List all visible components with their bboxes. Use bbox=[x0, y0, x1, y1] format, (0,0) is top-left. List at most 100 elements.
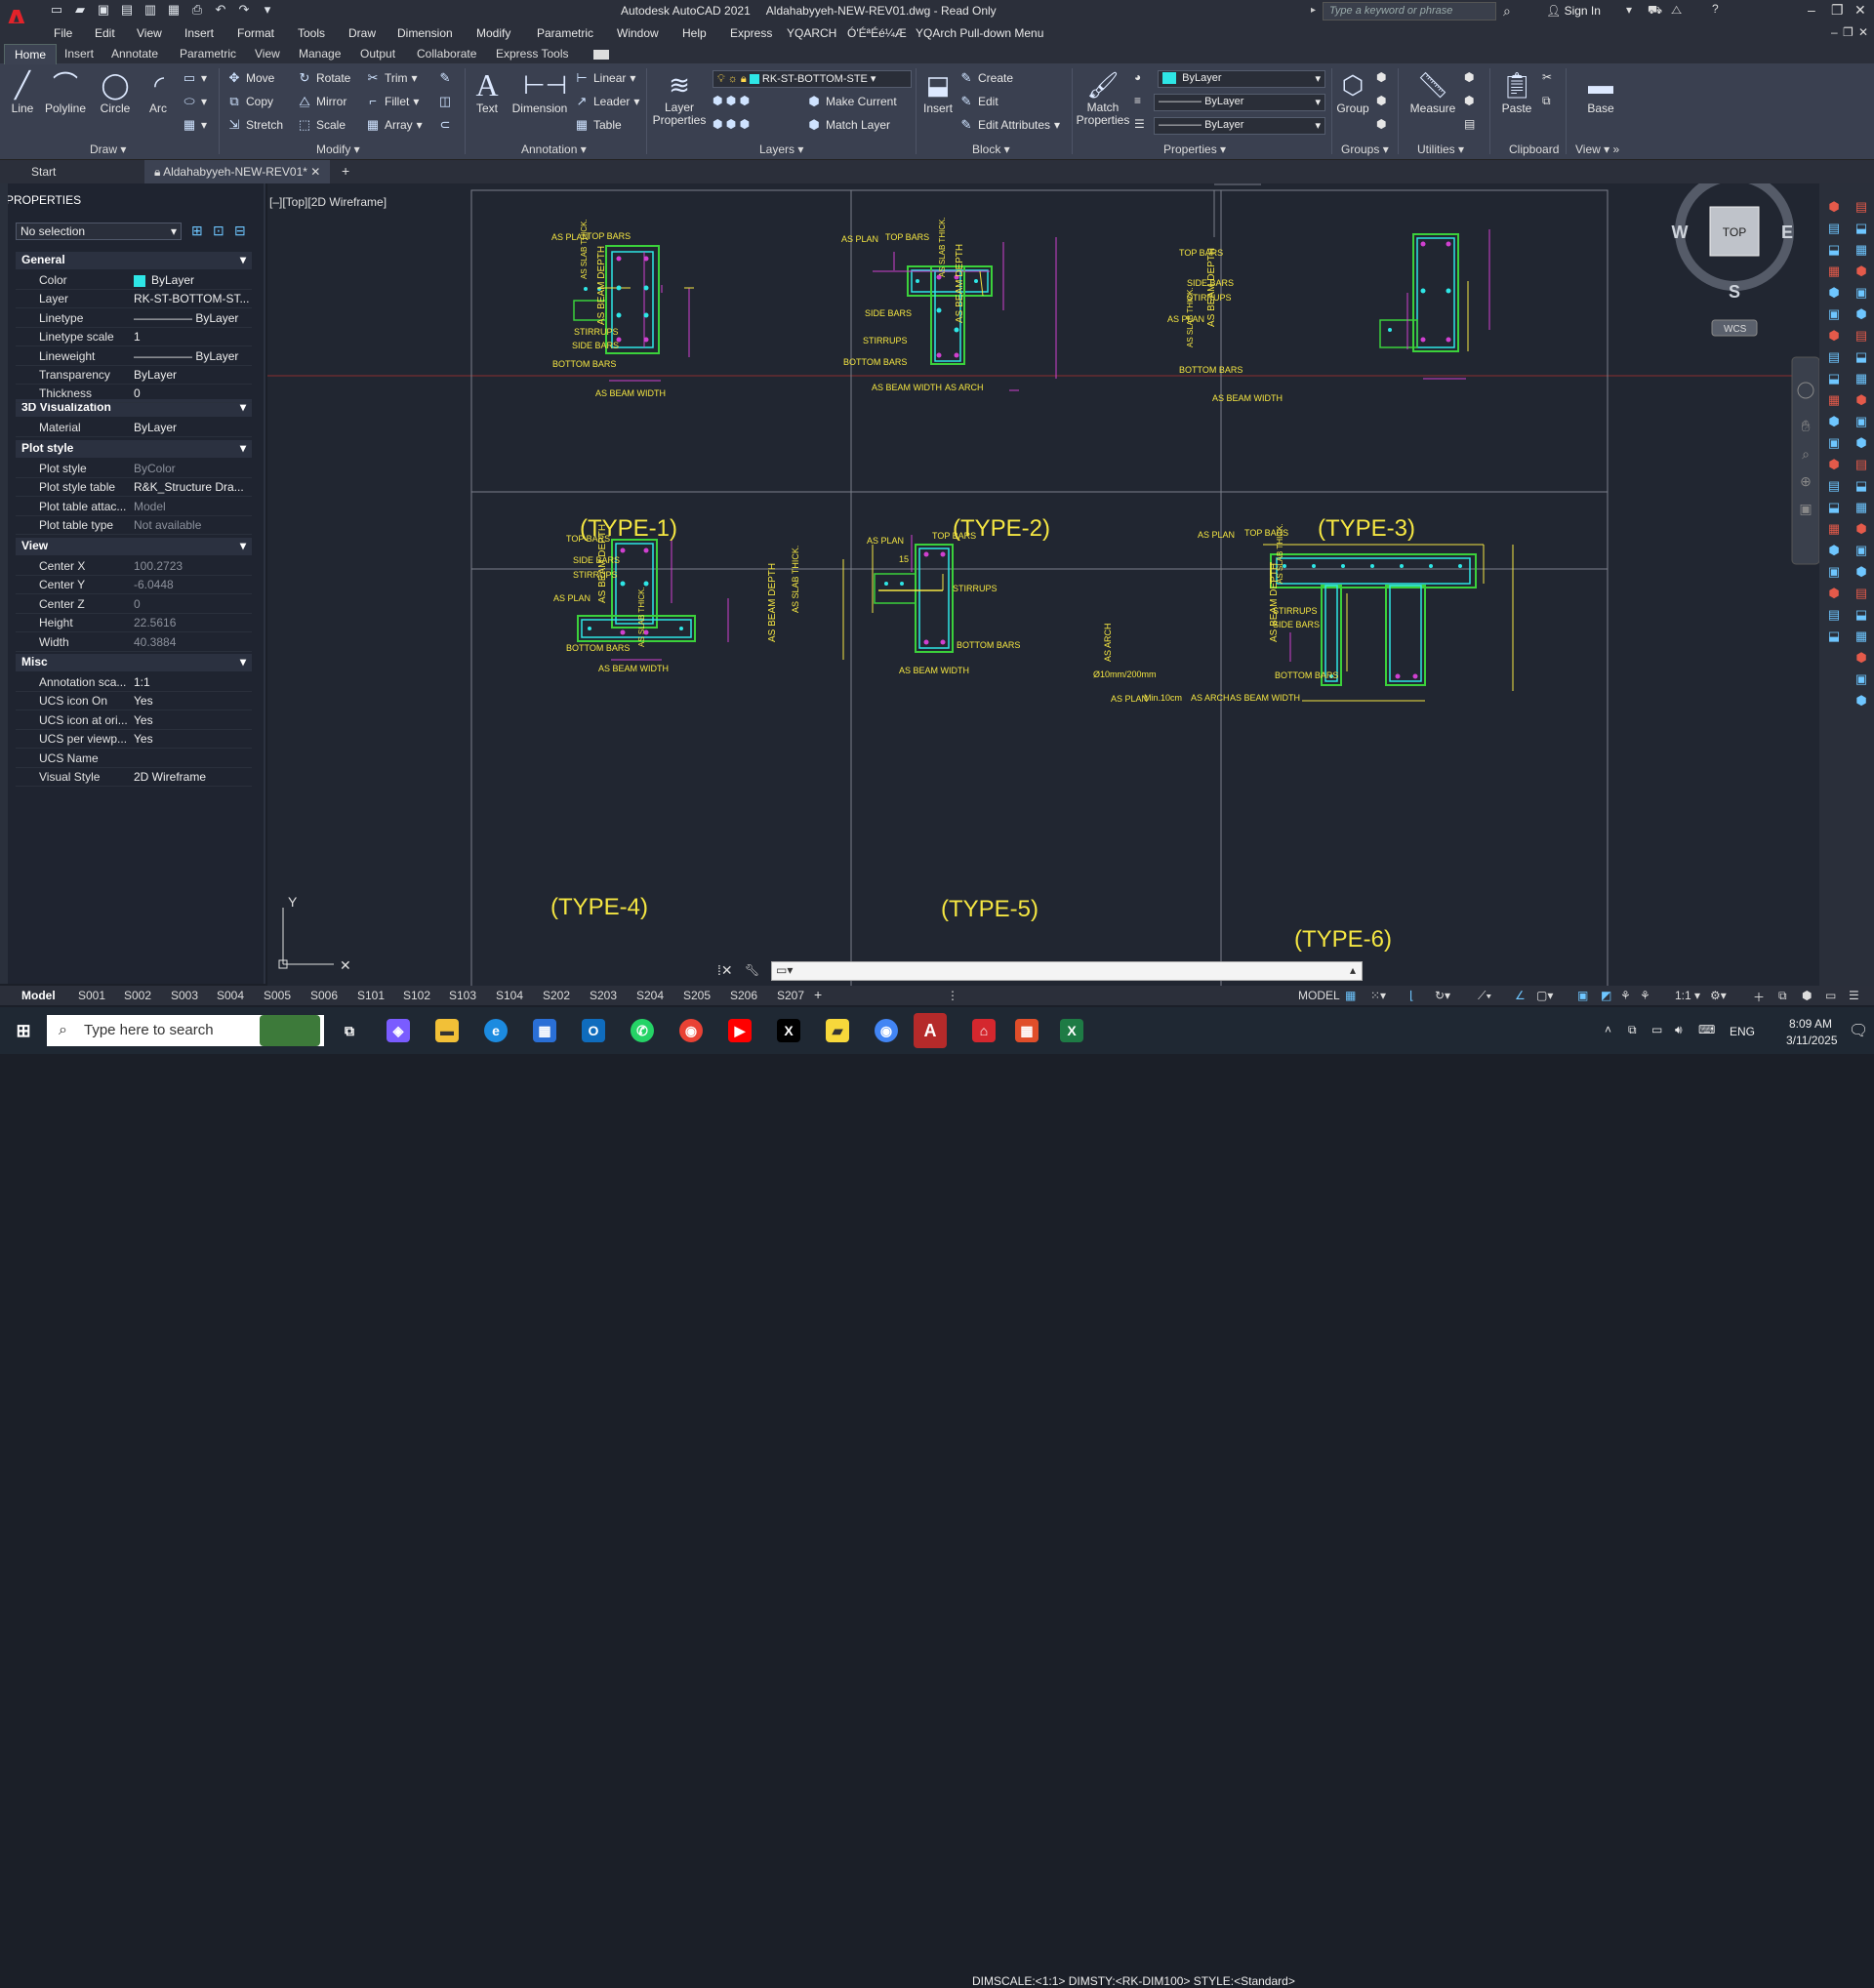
doc-close-icon[interactable]: ✕ bbox=[1858, 25, 1868, 39]
customize-status-icon[interactable]: ☰ bbox=[1849, 989, 1859, 1002]
ellipse-button[interactable]: ⬭ ▾ bbox=[182, 94, 207, 109]
search-icon[interactable]: ⌕ bbox=[1503, 3, 1511, 20]
section-general[interactable]: General ▾ bbox=[16, 252, 252, 269]
menu-yqarch[interactable]: YQARCH bbox=[787, 26, 836, 40]
group-select-icon[interactable]: ⬢ bbox=[1376, 117, 1386, 131]
menu-tools[interactable]: Tools bbox=[298, 26, 325, 40]
property-row[interactable]: Height 22.5616 bbox=[16, 614, 252, 633]
tool-palette-icon[interactable]: ▤ bbox=[1853, 586, 1870, 603]
tool-palette-icon[interactable]: ▦ bbox=[1853, 500, 1870, 517]
command-prompt-icon[interactable]: ▭▾ bbox=[776, 963, 793, 977]
property-row[interactable]: Plot style table R&K_Structure Dra... bbox=[16, 478, 252, 498]
tool-palette-icon[interactable]: ⬢ bbox=[1825, 328, 1843, 345]
volume-icon[interactable]: 🔊︎ bbox=[1675, 1023, 1683, 1037]
tab-output[interactable]: Output bbox=[360, 47, 395, 61]
menu-view[interactable]: View bbox=[137, 26, 162, 40]
erase-button[interactable]: ✎ bbox=[437, 70, 453, 86]
match-layer-button[interactable]: ⬢ Match Layer bbox=[806, 117, 890, 133]
tool-palette-icon[interactable]: ⬢ bbox=[1825, 586, 1843, 603]
layer-tools-row1[interactable]: ⬢ ⬢ ⬢ bbox=[713, 94, 750, 107]
tab-manage[interactable]: Manage bbox=[299, 47, 341, 61]
section-misc[interactable]: Misc ▾ bbox=[16, 654, 252, 671]
property-value[interactable]: ByLayer bbox=[134, 273, 266, 287]
tool-palette-icon[interactable]: ▣ bbox=[1825, 435, 1843, 453]
arc-button[interactable]: ◜ Arc bbox=[143, 68, 174, 115]
lineweight-dropdown[interactable]: ———— ByLayer ▾ bbox=[1154, 94, 1325, 111]
property-value[interactable]: Not available bbox=[134, 518, 266, 532]
hatch-button[interactable]: ▦ ▾ bbox=[182, 117, 207, 133]
restore-icon[interactable]: ❐ bbox=[1831, 2, 1844, 19]
cart-icon[interactable]: ⛟ bbox=[1648, 3, 1662, 19]
layout-tab[interactable]: S006 bbox=[310, 989, 338, 1002]
grid-icon[interactable]: ▦ bbox=[1345, 989, 1356, 1002]
property-value[interactable]: 0 bbox=[134, 597, 266, 611]
tool-palette-icon[interactable]: ⬓ bbox=[1853, 349, 1870, 367]
create-block-button[interactable]: ✎ Create bbox=[958, 70, 1013, 86]
clock-date[interactable]: 3/11/2025 bbox=[1786, 1034, 1838, 1047]
property-value[interactable]: Yes bbox=[134, 732, 266, 746]
x-icon[interactable]: X bbox=[777, 1019, 800, 1042]
annotation-autoscale-icon[interactable]: ⚘ bbox=[1640, 989, 1650, 1002]
tab-express-tools[interactable]: Express Tools bbox=[496, 47, 568, 61]
save-as-icon[interactable]: ▤ bbox=[119, 2, 135, 18]
fillet-button[interactable]: ⌐ Fillet ▾ bbox=[365, 94, 419, 109]
groups-panel-label[interactable]: Groups ▾ bbox=[1341, 142, 1389, 156]
notifications-icon[interactable]: 🗨︎ bbox=[1849, 1021, 1868, 1040]
property-value[interactable]: Yes bbox=[134, 694, 266, 708]
tool-palette-icon[interactable]: ⬓ bbox=[1853, 607, 1870, 625]
model-tab[interactable]: Model bbox=[21, 989, 56, 1002]
trim-button[interactable]: ✂ Trim ▾ bbox=[365, 70, 418, 86]
property-row[interactable]: Plot table attac... Model bbox=[16, 498, 252, 516]
polar-icon[interactable]: ↻▾ bbox=[1435, 989, 1450, 1002]
group-button[interactable]: ⬡ Group bbox=[1333, 68, 1372, 115]
measure-button[interactable]: 📏︎ Measure bbox=[1406, 68, 1460, 115]
network-icon[interactable]: ▭ bbox=[1651, 1023, 1662, 1036]
properties-panel-label[interactable]: Properties ▾ bbox=[1163, 142, 1226, 156]
tool-palette-icon[interactable]: ▦ bbox=[1853, 371, 1870, 388]
property-row[interactable]: UCS icon at ori... Yes bbox=[16, 711, 252, 730]
ortho-icon[interactable]: ⌊ bbox=[1409, 989, 1414, 1002]
edge-icon[interactable]: e bbox=[484, 1019, 508, 1042]
quick-select-icon[interactable]: ⬢ bbox=[1464, 70, 1474, 84]
tool-palette-icon[interactable]: ⬢ bbox=[1825, 285, 1843, 303]
menu-dimension[interactable]: Dimension bbox=[397, 26, 453, 40]
property-row[interactable]: Linetype ————— ByLayer bbox=[16, 309, 252, 328]
tool-palette-icon[interactable]: ▦ bbox=[1853, 242, 1870, 260]
tool-palette-icon[interactable]: ⬓ bbox=[1825, 500, 1843, 517]
property-value[interactable]: 22.5616 bbox=[134, 616, 266, 629]
text-button[interactable]: A Text bbox=[470, 68, 504, 115]
tool-palette-icon[interactable]: ▦ bbox=[1825, 521, 1843, 539]
tool-palette-icon[interactable]: ▦ bbox=[1853, 629, 1870, 646]
property-row[interactable]: UCS Name bbox=[16, 750, 252, 768]
explode-button[interactable]: ◫ bbox=[437, 94, 453, 109]
tool-palette-icon[interactable]: ⬢ bbox=[1853, 264, 1870, 281]
plot-icon[interactable]: ⎙ bbox=[189, 2, 205, 18]
property-row[interactable]: Center Y -6.0448 bbox=[16, 576, 252, 595]
tray-app-icon[interactable]: ⧉ bbox=[1628, 1023, 1637, 1037]
property-row[interactable]: Plot table type Not available bbox=[16, 516, 252, 536]
array-button[interactable]: ▦ Array ▾ bbox=[365, 117, 423, 133]
cut-icon[interactable]: ✂ bbox=[1542, 70, 1552, 84]
view-panel-label[interactable]: View ▾ » bbox=[1575, 142, 1619, 156]
layout-tab[interactable]: S104 bbox=[496, 989, 523, 1002]
autodesk-app-icon[interactable]: ⧍ bbox=[1671, 3, 1682, 18]
tool-palette-icon[interactable]: ▤ bbox=[1853, 328, 1870, 345]
property-value[interactable]: 40.3884 bbox=[134, 635, 266, 649]
clean-screen-icon[interactable]: ▭ bbox=[1825, 989, 1836, 1002]
save-icon[interactable]: ▣ bbox=[96, 2, 111, 18]
close-tab-icon[interactable]: ✕ bbox=[310, 165, 320, 179]
object-snap-tracking-icon[interactable]: ∠ bbox=[1515, 989, 1526, 1002]
autocad-taskbar-icon[interactable]: A bbox=[914, 1013, 947, 1048]
layout-tab[interactable]: S002 bbox=[124, 989, 151, 1002]
transparency-icon[interactable]: ◩ bbox=[1601, 989, 1611, 1002]
ribbon-toggle-icon[interactable] bbox=[593, 50, 609, 60]
select-objects-icon[interactable]: ⊡ bbox=[213, 223, 224, 239]
tool-palette-icon[interactable]: ▤ bbox=[1853, 457, 1870, 474]
open-from-web-icon[interactable]: ▥ bbox=[143, 2, 158, 18]
redo-icon[interactable]: ↷ bbox=[236, 2, 252, 18]
sign-in-button[interactable]: 👤︎ Sign In bbox=[1546, 4, 1601, 18]
tool-palette-icon[interactable]: ⬢ bbox=[1853, 435, 1870, 453]
tool-palette-icon[interactable]: ⬢ bbox=[1825, 543, 1843, 560]
tab-collaborate[interactable]: Collaborate bbox=[417, 47, 476, 61]
menu-file[interactable]: File bbox=[54, 26, 72, 40]
